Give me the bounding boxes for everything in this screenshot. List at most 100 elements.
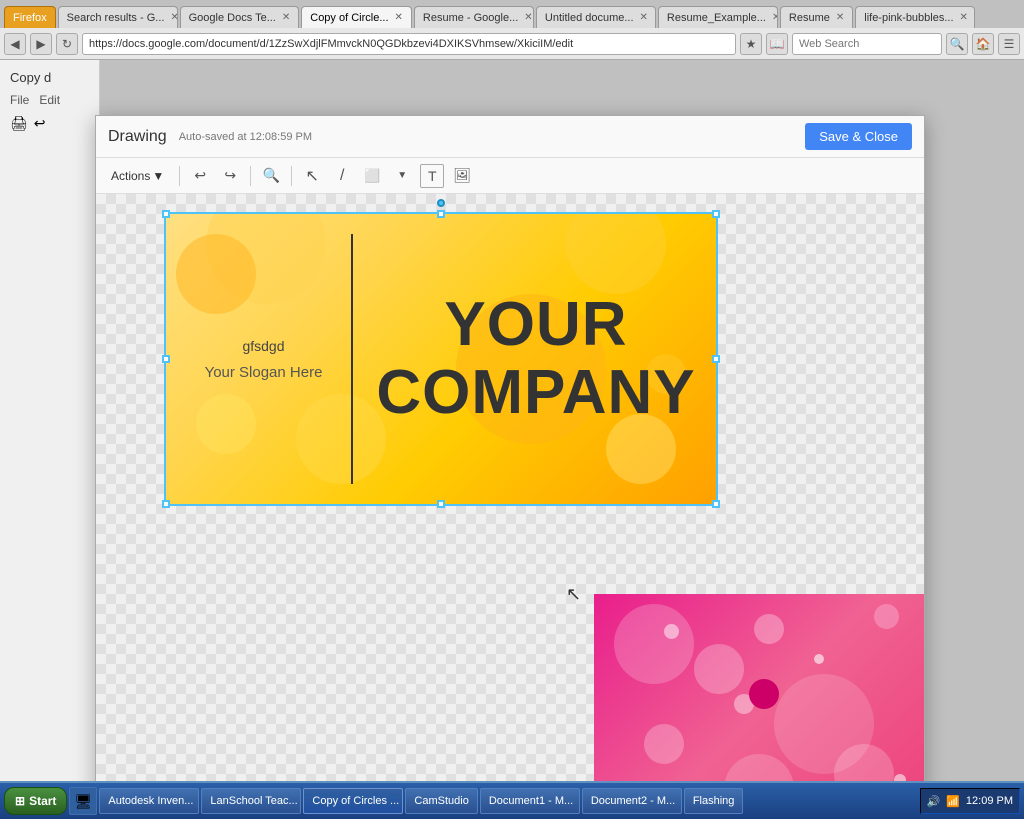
redo-button[interactable]: ↪ [218,164,242,188]
taskbar-app-label: CamStudio [414,795,468,807]
address-bar[interactable] [82,33,736,55]
tab-label: Google Docs Te... [189,12,276,24]
tab-resume[interactable]: Resume - Google... ✕ [414,6,534,28]
pink-bokeh-8 [724,754,794,781]
tray-icon-1: 🔊 [927,795,941,808]
tab-label: Resume [789,12,830,24]
tab-label: Untitled docume... [545,12,634,24]
navigation-bar: ◀ ▶ ↻ ★ 📖 🔍 🏠 ☰ [0,28,1024,60]
image-tool[interactable]: 🖼 [450,164,474,188]
tab-close-icon[interactable]: ✕ [395,12,403,23]
card-company-name: YOUR COMPANY [376,291,695,427]
taskbar-app-lanschool[interactable]: LanSchool Teac... [201,788,301,814]
tab-close-icon[interactable]: ✕ [960,12,968,23]
tray-time: 12:09 PM [966,795,1013,807]
canvas-area[interactable]: gfsdgd Your Slogan Here YOUR COMPANY [96,194,924,781]
tab-untitled[interactable]: Untitled docume... ✕ [536,6,656,28]
pink-bokeh-sm-1 [664,624,679,639]
actions-menu[interactable]: Actions ▼ [104,166,171,186]
menu-button[interactable]: ☰ [998,33,1020,55]
taskbar-app-autodesk[interactable]: Autodesk Inven... [99,788,199,814]
tab-copy-circle[interactable]: Copy of Circle... ✕ [301,6,412,28]
save-close-button[interactable]: Save & Close [805,123,912,150]
drawing-toolbar: Actions ▼ ↩ ↪ 🔍 ↖ / ⬜ ▼ T 🖼 [96,158,924,194]
pink-bokeh-5 [644,724,684,764]
pink-bokeh-1 [614,604,694,684]
tab-firefox[interactable]: Firefox [4,6,56,28]
taskbar-app-circles[interactable]: Copy of Circles ... [303,788,403,814]
sidebar: Copy d File Edit 🖨 ↩ [0,60,100,781]
tab-pink[interactable]: life-pink-bubbles... ✕ [855,6,975,28]
toolbar-separator-2 [250,166,251,186]
doc-toolbar: 🖨 ↩ [10,115,89,132]
tab-close-icon[interactable]: ✕ [170,12,177,23]
doc-menu: File Edit [10,93,89,107]
taskbar-show-desktop[interactable]: 🖥 [69,787,97,815]
edit-menu[interactable]: Edit [39,93,60,107]
search-input[interactable] [792,33,942,55]
refresh-button[interactable]: ↻ [56,33,78,55]
bookmark-button[interactable]: 📖 [766,33,788,55]
cursor: ↖ [566,584,581,605]
tab-label: Resume_Example... [667,12,766,24]
card-slogan-text: Your Slogan Here [205,364,323,381]
tab-resume-example[interactable]: Resume_Example... ✕ [658,6,778,28]
shape-dropdown[interactable]: ▼ [390,164,414,188]
tab-close-icon[interactable]: ✕ [772,12,778,23]
undo-icon[interactable]: ↩ [34,115,46,132]
tab-close-icon[interactable]: ✕ [524,12,532,23]
undo-button[interactable]: ↩ [188,164,212,188]
tab-resume2[interactable]: Resume ✕ [780,6,853,28]
tab-close-icon[interactable]: ✕ [282,12,290,23]
pink-bokeh-image[interactable] [594,594,924,781]
taskbar-app-label: LanSchool Teac... [210,795,297,807]
tab-label: Resume - Google... [423,12,518,24]
business-card-wrapper[interactable]: gfsdgd Your Slogan Here YOUR COMPANY [166,214,716,504]
tab-docs[interactable]: Google Docs Te... ✕ [180,6,300,28]
taskbar-app-doc1[interactable]: Document1 - M... [480,788,580,814]
text-tool[interactable]: T [420,164,444,188]
browser-window: Firefox Search results - G... ✕ Google D… [0,0,1024,819]
select-tool[interactable]: ↖ [300,164,324,188]
star-button[interactable]: ★ [740,33,762,55]
taskbar-app-label: Document1 - M... [489,795,573,807]
tab-search[interactable]: Search results - G... ✕ [58,6,178,28]
tray-icon-2: 📶 [946,795,960,808]
search-go-button[interactable]: 🔍 [946,33,968,55]
tab-label: Firefox [13,12,47,24]
card-code-text: gfsdgd [242,338,284,354]
line-tool[interactable]: / [330,164,354,188]
taskbar-app-doc2[interactable]: Document2 - M... [582,788,682,814]
start-button[interactable]: ⊞ Start [4,787,67,815]
company-line1: YOUR [444,290,627,359]
taskbar-app-flashing[interactable]: Flashing [684,788,744,814]
back-button[interactable]: ◀ [4,33,26,55]
business-card: gfsdgd Your Slogan Here YOUR COMPANY [166,214,716,504]
start-label: Start [29,794,56,808]
pink-bokeh-sm-3 [894,774,906,781]
card-right-section: YOUR COMPANY [356,214,716,504]
drawing-modal: Drawing Auto-saved at 12:08:59 PM Save &… [95,115,925,781]
card-left-section: gfsdgd Your Slogan Here [176,214,351,504]
taskbar-app-label: Document2 - M... [591,795,675,807]
drawing-header: Drawing Auto-saved at 12:08:59 PM Save &… [96,116,924,158]
forward-button[interactable]: ▶ [30,33,52,55]
autosave-text: Auto-saved at 12:08:59 PM [179,131,312,143]
tab-label: Search results - G... [67,12,165,24]
taskbar-app-camstudio[interactable]: CamStudio [405,788,477,814]
windows-icon: ⊞ [15,794,25,808]
tab-close-icon[interactable]: ✕ [640,12,648,23]
file-menu[interactable]: File [10,93,29,107]
drawing-title: Drawing [108,128,167,146]
shape-tool[interactable]: ⬜ [360,164,384,188]
zoom-button[interactable]: 🔍 [259,164,283,188]
tab-label: Copy of Circle... [310,12,388,24]
rotation-handle[interactable] [437,199,445,207]
content-area: Copy d File Edit 🖨 ↩ Drawing Auto-saved … [0,60,1024,781]
tab-close-icon[interactable]: ✕ [836,12,844,23]
actions-arrow-icon: ▼ [152,169,164,183]
print-icon[interactable]: 🖨 [10,115,28,132]
pink-bokeh-3 [754,614,784,644]
home-button[interactable]: 🏠 [972,33,994,55]
taskbar: ⊞ Start 🖥 Autodesk Inven... LanSchool Te… [0,781,1024,819]
